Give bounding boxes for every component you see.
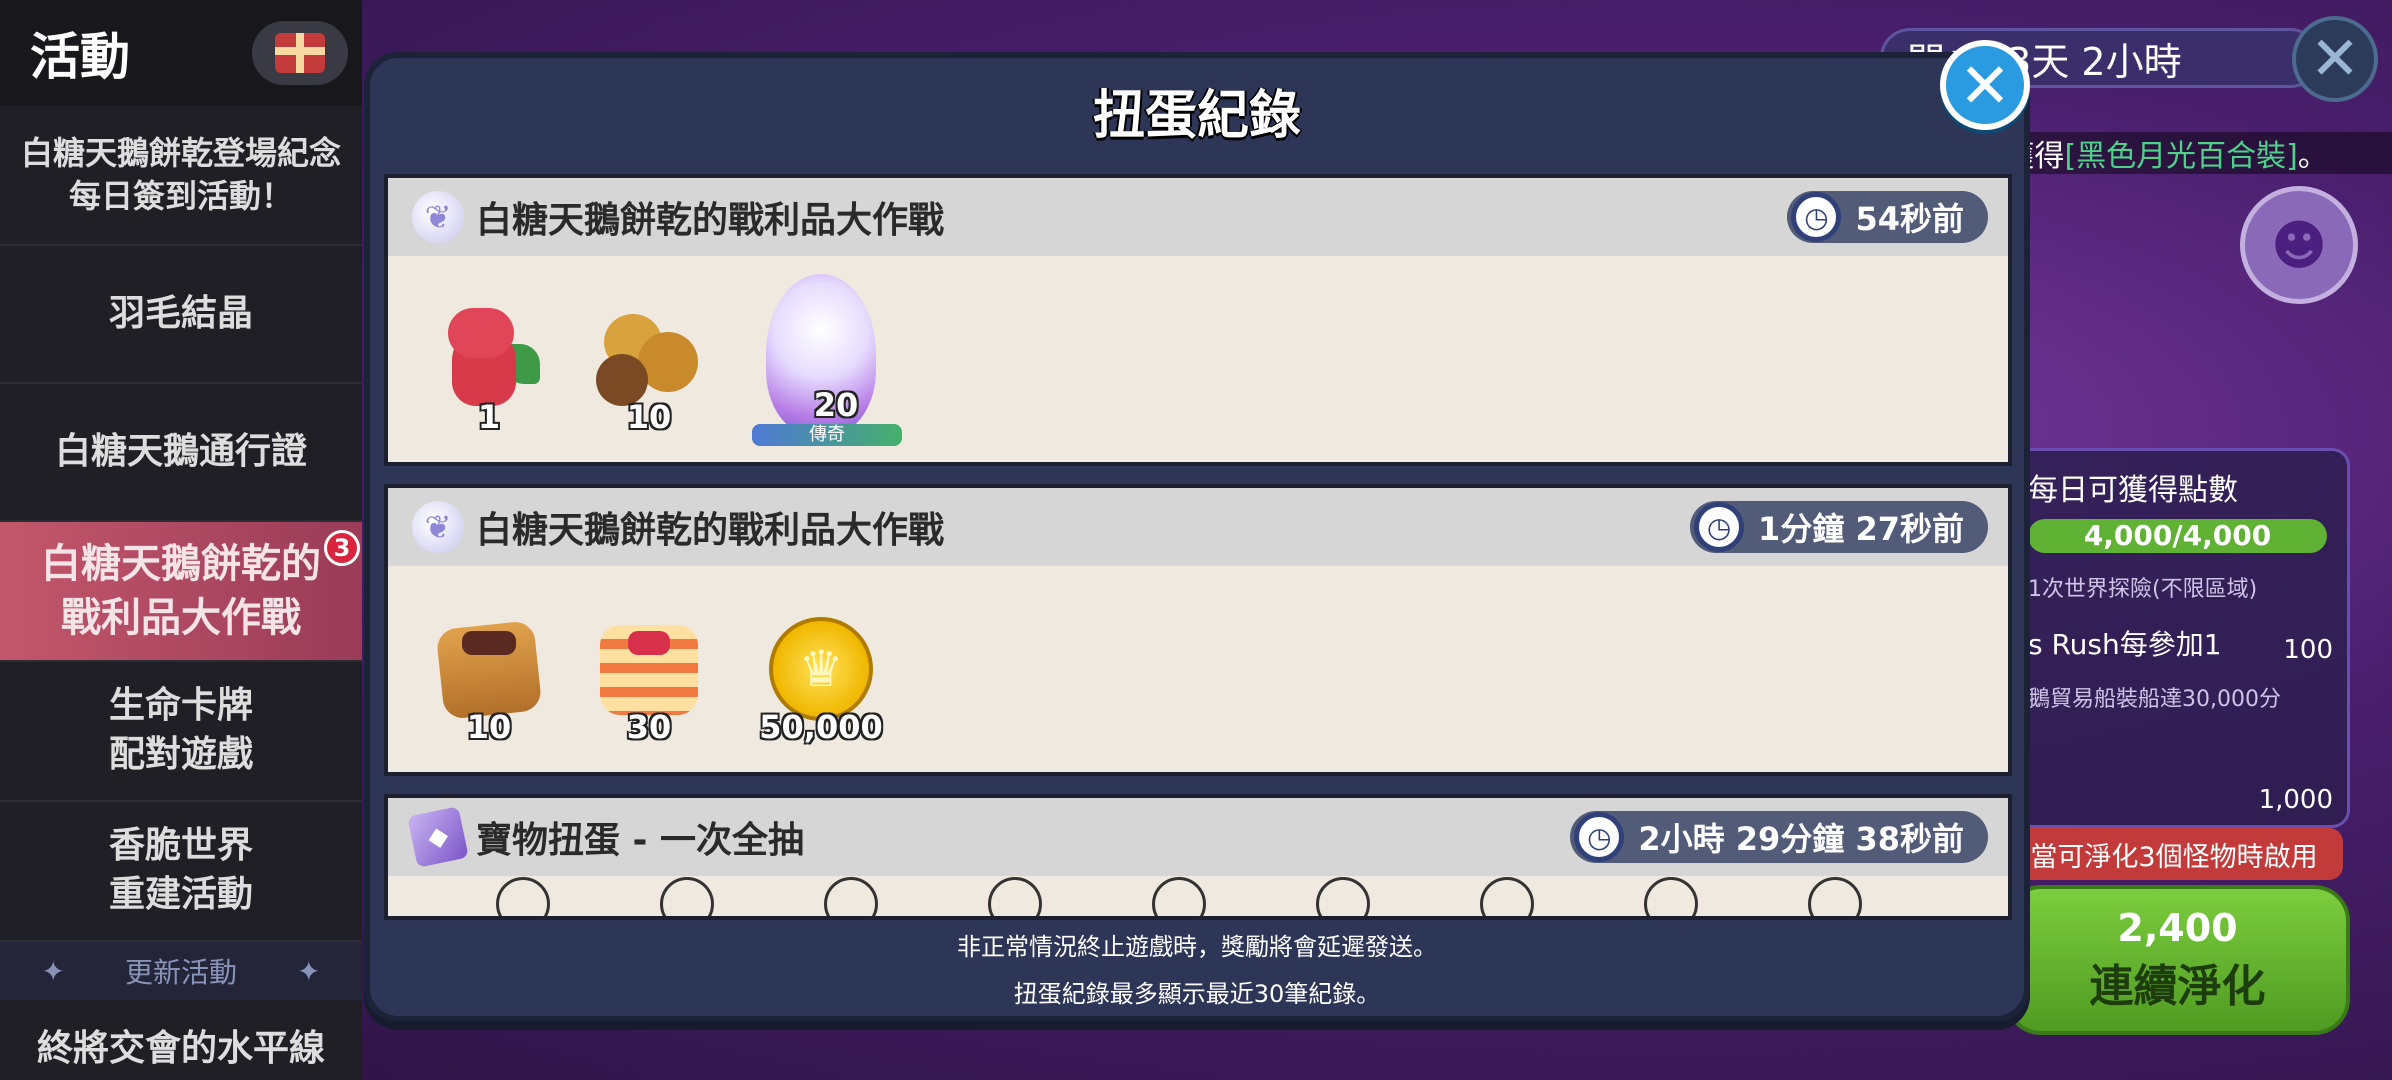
record-time-text: 2小時 29分鐘 38秒前 bbox=[1638, 820, 1964, 858]
sparkle-icon: ✦ bbox=[41, 954, 65, 988]
purify-hint: 當可淨化3個怪物時啟用 bbox=[2005, 828, 2343, 880]
sidebar-item-horizon[interactable]: 終將交會的水平線 bbox=[0, 1000, 362, 1080]
gacha-history-modal: 扭蛋紀錄 ✕ ❦ 白糖天鵝餅乾的戰利品大作戰 ◷ 54秒前 1 10 20 傳奇… bbox=[364, 40, 2030, 1022]
sidebar-item-feather-crystal[interactable]: 羽毛結晶 bbox=[0, 246, 362, 384]
sidebar: 活動 白糖天鵝餅乾登場紀念 每日簽到活動！ 羽毛結晶 白糖天鵝通行證 白糖天鵝餅… bbox=[0, 0, 362, 1080]
record-items: 10 30 ♛ 50,000 bbox=[388, 566, 2008, 772]
reward-item[interactable]: 1 bbox=[426, 264, 552, 454]
footer-note: 扭蛋紀錄最多顯示最近30筆紀錄。 bbox=[1013, 980, 1381, 1008]
item-outlines bbox=[426, 877, 1862, 916]
sidebar-item-swan-pass[interactable]: 白糖天鵝通行證 bbox=[0, 384, 362, 522]
sidebar-item-world-rebuild[interactable]: 香脆世界 重建活動 bbox=[0, 802, 362, 942]
record-items: 1 10 20 傳奇 bbox=[388, 256, 2008, 462]
modal-title: 扭蛋紀錄 bbox=[1092, 85, 1301, 146]
reward-item[interactable]: 10 bbox=[586, 264, 712, 454]
footer-note: 非正常情況終止遊戲時，獎勵將會延遲發送。 bbox=[957, 933, 1437, 961]
gift-icon bbox=[275, 33, 325, 73]
sidebar-divider: ✦ 更新活動 ✦ bbox=[0, 942, 362, 1000]
points-row: 鵝貿易船裝船達30,000分 bbox=[2028, 687, 2281, 712]
record-header: ◆ 寶物扭蛋 - 一次全抽 ◷ 2小時 29分鐘 38秒前 bbox=[388, 798, 2008, 876]
reward-qty: 10 bbox=[466, 708, 512, 746]
demon-icon: ☻ bbox=[2270, 213, 2328, 277]
record-title: 寶物扭蛋 - 一次全抽 bbox=[476, 820, 805, 861]
reward-qty: 10 bbox=[626, 398, 672, 436]
treasure-gem-icon: ◆ bbox=[407, 806, 469, 868]
reward-qty: 50,000 bbox=[759, 708, 883, 746]
modal-close-button[interactable]: ✕ bbox=[1940, 40, 2030, 130]
gift-button[interactable] bbox=[252, 21, 348, 85]
modal-footer: 非正常情況終止遊戲時，獎勵將會延遲發送。 扭蛋紀錄最多顯示最近30筆紀錄。 bbox=[370, 920, 2024, 1016]
record-time-text: 1分鐘 27秒前 bbox=[1758, 510, 1964, 548]
record-card: ❦ 白糖天鵝餅乾的戰利品大作戰 ◷ 54秒前 1 10 20 傳奇 bbox=[384, 174, 2012, 466]
points-title: 每日可獲得點數 bbox=[2028, 473, 2238, 508]
records-list[interactable]: ❦ 白糖天鵝餅乾的戰利品大作戰 ◷ 54秒前 1 10 20 傳奇 ❦ 白糖天鵝… bbox=[384, 174, 2012, 990]
swan-icon: ❦ bbox=[412, 501, 464, 553]
points-value: 1,000 bbox=[2258, 785, 2333, 815]
record-title: 白糖天鵝餅乾的戰利品大作戰 bbox=[476, 510, 945, 551]
clock-icon: ◷ bbox=[1694, 502, 1745, 552]
swan-icon: ❦ bbox=[412, 191, 464, 243]
record-header: ❦ 白糖天鵝餅乾的戰利品大作戰 ◷ 1分鐘 27秒前 bbox=[388, 488, 2008, 566]
continuous-purify-button[interactable]: 2,400 連續淨化 bbox=[2005, 885, 2350, 1035]
demon-icon-button[interactable]: ☻ bbox=[2240, 186, 2358, 304]
clock-icon: ◷ bbox=[1574, 812, 1625, 862]
close-icon: ✕ bbox=[1959, 48, 2011, 122]
record-time: ◷ 54秒前 bbox=[1787, 191, 1988, 243]
purify-cost: 2,400 bbox=[2117, 906, 2238, 950]
sparkle-icon: ✦ bbox=[297, 954, 321, 988]
record-card: ◆ 寶物扭蛋 - 一次全抽 ◷ 2小時 29分鐘 38秒前 bbox=[384, 794, 2012, 920]
record-items bbox=[388, 876, 2008, 916]
layer-cake-cube-icon bbox=[594, 617, 704, 721]
sidebar-item-label: 白糖天鵝餅乾的 戰利品大作戰 bbox=[41, 541, 321, 641]
record-header: ❦ 白糖天鵝餅乾的戰利品大作戰 ◷ 54秒前 bbox=[388, 178, 2008, 256]
record-time-text: 54秒前 bbox=[1855, 200, 1964, 238]
event-close-button[interactable]: ✕ bbox=[2292, 16, 2378, 102]
chocolate-cube-icon bbox=[434, 617, 544, 721]
record-card: ❦ 白糖天鵝餅乾的戰利品大作戰 ◷ 1分鐘 27秒前 10 30 ♛ 50,00… bbox=[384, 484, 2012, 776]
gold-coin-icon: ♛ bbox=[769, 617, 873, 721]
record-name: ❦ 白糖天鵝餅乾的戰利品大作戰 bbox=[412, 501, 944, 553]
record-name: ❦ 白糖天鵝餅乾的戰利品大作戰 bbox=[412, 191, 944, 243]
rarity-label: 傳奇 bbox=[752, 424, 902, 446]
reward-item[interactable]: 20 傳奇 bbox=[746, 264, 902, 454]
reward-qty: 1 bbox=[477, 398, 501, 436]
reward-item[interactable]: ♛ 50,000 bbox=[746, 574, 896, 764]
reward-item[interactable]: 30 bbox=[586, 574, 712, 764]
record-name: ◆ 寶物扭蛋 - 一次全抽 bbox=[407, 806, 805, 868]
points-progress-bar: 4,000/4,000 bbox=[2028, 519, 2327, 553]
purify-label: 連續淨化 bbox=[2089, 961, 2266, 1012]
record-time: ◷ 2小時 29分鐘 38秒前 bbox=[1570, 811, 1988, 863]
record-title: 白糖天鵝餅乾的戰利品大作戰 bbox=[476, 200, 945, 241]
notification-badge: 3 bbox=[324, 530, 360, 566]
reward-item[interactable]: 10 bbox=[426, 574, 552, 764]
reward-qty: 20 bbox=[813, 386, 859, 424]
divider-label: 更新活動 bbox=[124, 956, 237, 989]
points-value: 100 bbox=[2283, 635, 2333, 665]
sidebar-item-daily-checkin[interactable]: 白糖天鵝餅乾登場紀念 每日簽到活動！ bbox=[0, 106, 362, 246]
sidebar-item-loot-battle[interactable]: 白糖天鵝餅乾的 戰利品大作戰 3 bbox=[0, 522, 362, 662]
record-time: ◷ 1分鐘 27秒前 bbox=[1690, 501, 1988, 553]
points-row: 1次世界探險(不限區域) bbox=[2028, 577, 2258, 602]
notice-end: 。 bbox=[2297, 139, 2328, 174]
reward-qty: 30 bbox=[626, 708, 672, 746]
notice-item: [黑色月光百合裝] bbox=[2064, 139, 2298, 174]
sidebar-title: 活動 bbox=[30, 28, 130, 86]
close-icon: ✕ bbox=[2309, 24, 2361, 94]
daily-points-panel: 每日可獲得點數 4,000/4,000 1次世界探險(不限區域) s Rush每… bbox=[2005, 448, 2350, 828]
sidebar-header: 活動 bbox=[0, 0, 362, 106]
sidebar-item-card-match[interactable]: 生命卡牌 配對遊戲 bbox=[0, 662, 362, 802]
clock-icon: ◷ bbox=[1791, 192, 1842, 242]
